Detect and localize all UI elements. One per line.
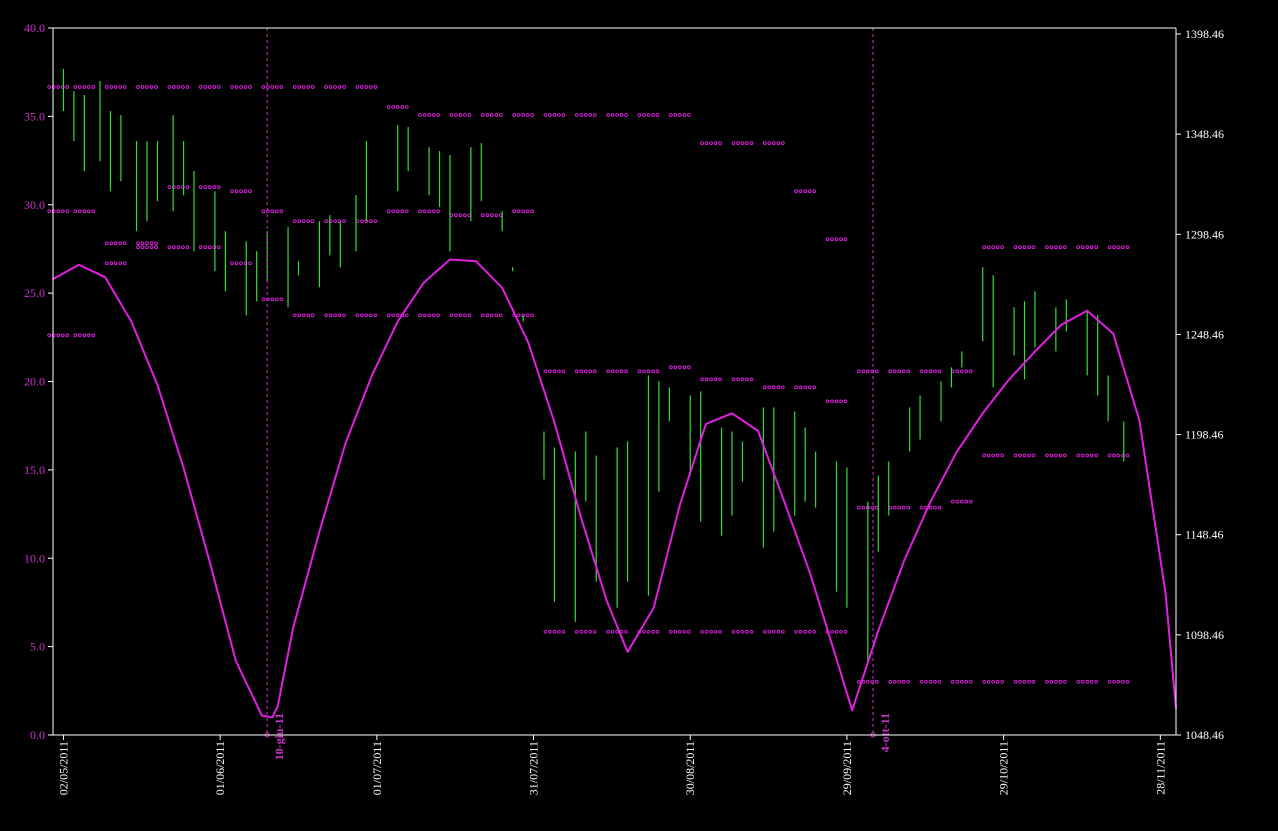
right-tick-label: 1298.46 — [1185, 227, 1224, 241]
left-tick-label: 5.0 — [30, 640, 45, 654]
chart-canvas: 10-giu-11 4-ott-11 0.0 5.0 10.0 15.0 20.0 25.0… — [0, 0, 1278, 831]
right-tick-label: 1248.46 — [1185, 327, 1224, 341]
right-tick-label: 1398.46 — [1185, 27, 1224, 41]
right-tick-label: 1348.46 — [1185, 127, 1224, 141]
x-tick-label: 01/07/2011 — [370, 741, 384, 795]
left-tick-label: 30.0 — [24, 198, 45, 212]
left-tick-label: 20.0 — [24, 375, 45, 389]
left-tick-label: 10.0 — [24, 551, 45, 565]
x-tick-label: 30/08/2011 — [683, 741, 697, 795]
right-tick-label: 1148.46 — [1185, 528, 1224, 542]
right-tick-label: 1198.46 — [1185, 428, 1224, 442]
cycle-marker-label: 4-ott-11 — [878, 713, 892, 752]
right-tick-label: 1098.46 — [1185, 628, 1224, 642]
x-tick-label: 31/07/2011 — [527, 741, 541, 795]
x-tick-label: 01/06/2011 — [213, 741, 227, 795]
x-tick-label: 29/09/2011 — [840, 741, 854, 795]
chart-background — [0, 0, 1278, 831]
x-tick-label: 28/11/2011 — [1153, 741, 1167, 795]
x-tick-label: 29/10/2011 — [997, 741, 1011, 795]
left-tick-label: 40.0 — [24, 21, 45, 35]
right-tick-label: 1048.46 — [1185, 728, 1224, 742]
left-tick-label: 35.0 — [24, 109, 45, 123]
left-tick-label: 15.0 — [24, 463, 45, 477]
cycle-marker-label: 10-giu-11 — [272, 713, 286, 760]
left-tick-label: 0.0 — [30, 728, 45, 742]
x-tick-label: 02/05/2011 — [56, 741, 70, 795]
left-tick-label: 25.0 — [24, 286, 45, 300]
